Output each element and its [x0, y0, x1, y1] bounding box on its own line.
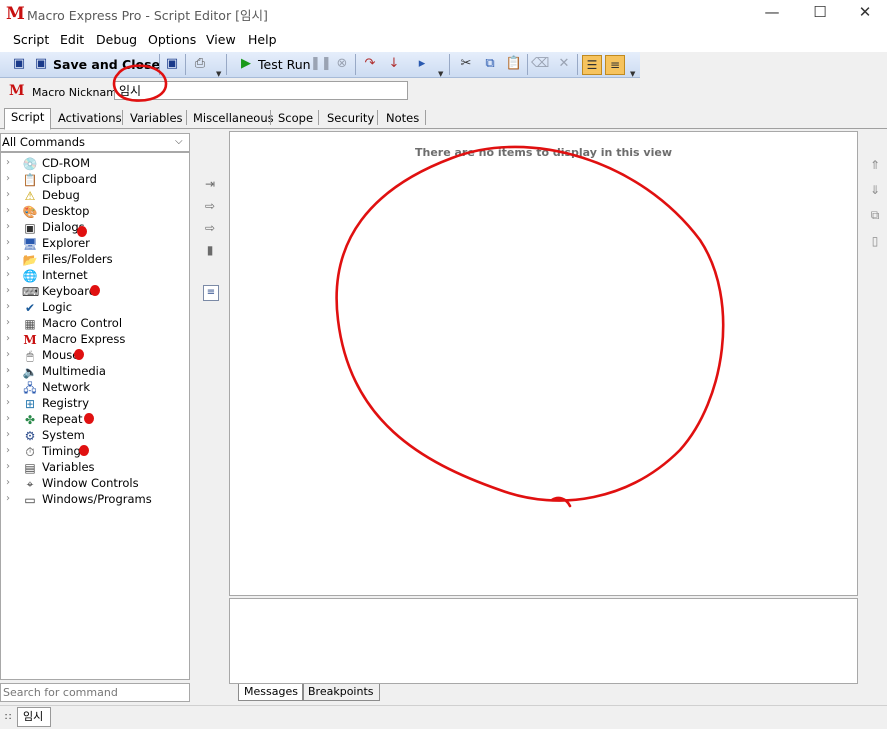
annotation-dot-timing: [79, 445, 89, 456]
annotation-dot-mouse: [74, 349, 84, 360]
annotation-dot-dialogs: [77, 226, 87, 237]
annotation-circle-script-view: [335, 145, 725, 508]
annotation-overlay: [112, 64, 725, 508]
annotation-circle-nickname: [112, 64, 168, 102]
annotation-dot-repeat: [84, 413, 94, 424]
annotation-dot-keyboard: [90, 285, 100, 296]
